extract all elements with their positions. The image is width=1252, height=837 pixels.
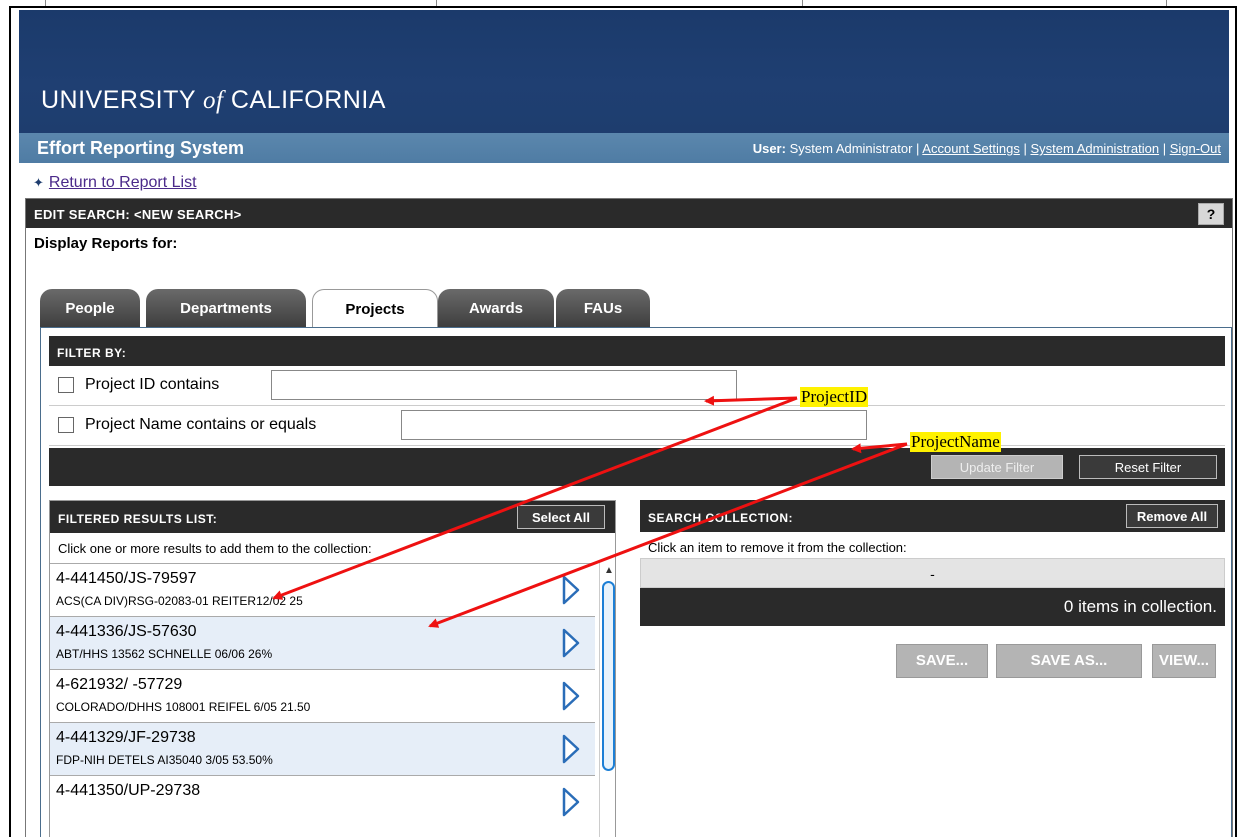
- filter-header: FILTER BY:: [49, 336, 1225, 366]
- select-all-button[interactable]: Select All: [517, 505, 605, 529]
- update-filter-button[interactable]: Update Filter: [931, 455, 1063, 479]
- user-name: System Administrator: [789, 141, 913, 156]
- edit-search-panel: EDIT SEARCH: <NEW SEARCH> ? Display Repo…: [25, 198, 1233, 837]
- result-id: 4-441329/JF-29738: [56, 729, 196, 746]
- filter-actions-bar: Update Filter Reset Filter: [49, 448, 1225, 486]
- arrow-up-icon: ✦: [33, 175, 44, 190]
- account-settings-link[interactable]: Account Settings: [922, 141, 1020, 156]
- remove-all-button[interactable]: Remove All: [1126, 504, 1218, 528]
- results-list: 4-441450/JS-79597 ACS(CA DIV)RSG-02083-0…: [50, 563, 595, 828]
- scroll-up-icon[interactable]: ▲: [604, 565, 614, 576]
- tab-projects[interactable]: Projects: [312, 289, 438, 329]
- scrollbar-thumb[interactable]: [602, 581, 615, 771]
- return-link-row: ✦ Return to Report List: [33, 174, 197, 192]
- collection-count: 0 items in collection.: [640, 588, 1225, 626]
- result-id: 4-441450/JS-79597: [56, 570, 197, 587]
- app-window: UNIVERSITY of CALIFORNIA Effort Reportin…: [9, 6, 1237, 837]
- sign-out-link[interactable]: Sign-Out: [1170, 141, 1221, 156]
- project-id-input[interactable]: [271, 370, 737, 400]
- result-id: 4-441350/UP-29738: [56, 782, 201, 799]
- chevron-right-icon[interactable]: [561, 627, 581, 659]
- system-name: Effort Reporting System: [37, 138, 245, 158]
- results-hint: Click one or more results to add them to…: [58, 541, 372, 556]
- search-collection-panel: SEARCH COLLECTION: Remove All Click an i…: [640, 500, 1225, 837]
- tab-awards[interactable]: Awards: [438, 289, 554, 327]
- system-bar: Effort Reporting System User: System Adm…: [19, 133, 1229, 163]
- result-id: 4-441336/JS-57630: [56, 623, 197, 640]
- tab-people[interactable]: People: [40, 289, 140, 327]
- collection-hint: Click an item to remove it from the coll…: [648, 540, 907, 555]
- help-button[interactable]: ?: [1198, 203, 1224, 225]
- user-links: User: System Administrator | Account Set…: [752, 141, 1221, 156]
- save-button[interactable]: SAVE...: [896, 644, 988, 678]
- result-item[interactable]: 4-441329/JF-29738 FDP-NIH DETELS AI35040…: [50, 722, 595, 775]
- filter-row-project-id: Project ID contains: [49, 366, 1225, 406]
- result-item[interactable]: 4-621932/ -57729 COLORADO/DHHS 108001 RE…: [50, 669, 595, 722]
- filtered-results-header: FILTERED RESULTS LIST: Select All: [50, 501, 615, 533]
- result-item[interactable]: 4-441450/JS-79597 ACS(CA DIV)RSG-02083-0…: [50, 563, 595, 616]
- chevron-right-icon[interactable]: [561, 786, 581, 818]
- project-name-label: Project Name contains or equals: [85, 416, 317, 433]
- result-name: ACS(CA DIV)RSG-02083-01 REITER12/02 25: [56, 594, 303, 608]
- project-name-callout: ProjectName: [910, 432, 1001, 452]
- result-item[interactable]: 4-441350/UP-29738: [50, 775, 595, 828]
- project-id-checkbox[interactable]: [58, 377, 74, 393]
- view-button[interactable]: VIEW...: [1152, 644, 1216, 678]
- user-label: User:: [752, 141, 786, 156]
- result-name: FDP-NIH DETELS AI35040 3/05 53.50%: [56, 753, 273, 767]
- tab-faus[interactable]: FAUs: [556, 289, 650, 327]
- filtered-results-panel: FILTERED RESULTS LIST: Select All Click …: [49, 500, 616, 837]
- filter-title: FILTER BY:: [57, 346, 127, 360]
- filter-row-project-name: Project Name contains or equals: [49, 406, 1225, 446]
- search-collection-header: SEARCH COLLECTION: Remove All: [640, 500, 1225, 532]
- results-scrollbar[interactable]: ▲: [599, 563, 615, 837]
- result-name: COLORADO/DHHS 108001 REIFEL 6/05 21.50: [56, 700, 311, 714]
- project-id-label: Project ID contains: [85, 376, 220, 393]
- tab-departments[interactable]: Departments: [146, 289, 306, 327]
- reset-filter-button[interactable]: Reset Filter: [1079, 455, 1217, 479]
- project-name-input[interactable]: [401, 410, 867, 440]
- chevron-right-icon[interactable]: [561, 733, 581, 765]
- projects-tab-body: FILTER BY: Project ID contains Project N…: [40, 327, 1232, 837]
- result-id: 4-621932/ -57729: [56, 676, 183, 693]
- project-id-callout: ProjectID: [800, 387, 869, 407]
- project-name-checkbox[interactable]: [58, 417, 74, 433]
- search-collection-title: SEARCH COLLECTION:: [648, 511, 793, 525]
- chevron-right-icon[interactable]: [561, 574, 581, 606]
- collection-empty-row: -: [640, 558, 1225, 588]
- display-reports-label: Display Reports for:: [34, 235, 178, 252]
- result-item[interactable]: 4-441336/JS-57630 ABT/HHS 13562 SCHNELLE…: [50, 616, 595, 669]
- save-as-button[interactable]: SAVE AS...: [996, 644, 1142, 678]
- system-administration-link[interactable]: System Administration: [1030, 141, 1159, 156]
- edit-search-header: EDIT SEARCH: <NEW SEARCH> ?: [26, 199, 1232, 228]
- chevron-right-icon[interactable]: [561, 680, 581, 712]
- return-to-report-list-link[interactable]: Return to Report List: [49, 174, 197, 191]
- university-logo: UNIVERSITY of CALIFORNIA: [41, 86, 386, 114]
- university-banner: UNIVERSITY of CALIFORNIA: [19, 10, 1229, 133]
- edit-search-title: EDIT SEARCH: <NEW SEARCH>: [34, 207, 242, 222]
- filtered-results-title: FILTERED RESULTS LIST:: [58, 512, 218, 526]
- result-name: ABT/HHS 13562 SCHNELLE 06/06 26%: [56, 647, 273, 661]
